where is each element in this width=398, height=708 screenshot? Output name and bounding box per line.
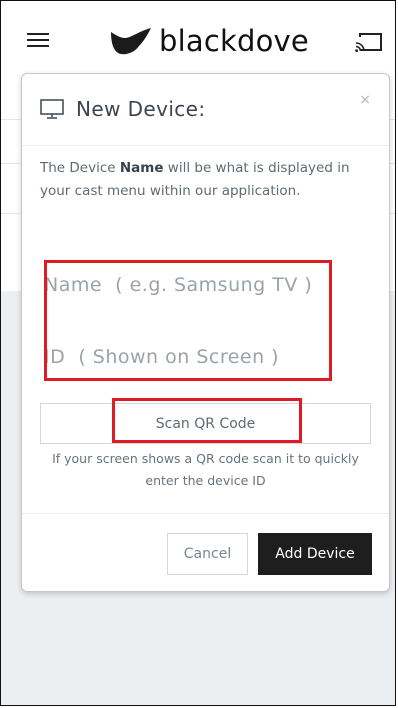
hamburger-menu-icon[interactable] bbox=[27, 33, 49, 49]
brand-name: blackdove bbox=[159, 24, 309, 58]
app-header: blackdove bbox=[1, 1, 395, 79]
dove-logo-icon bbox=[111, 28, 151, 55]
new-device-dialog: New Device: × The Device Name will be wh… bbox=[21, 73, 390, 592]
divider bbox=[22, 145, 389, 146]
cast-icon[interactable] bbox=[355, 31, 383, 53]
device-name-input[interactable] bbox=[44, 265, 324, 305]
description-text: The Device bbox=[40, 160, 120, 176]
add-device-button[interactable]: Add Device bbox=[258, 533, 372, 575]
close-icon[interactable]: × bbox=[359, 92, 371, 108]
scan-hint-text: If your screen shows a QR code scan it t… bbox=[52, 451, 359, 488]
device-id-input[interactable] bbox=[44, 337, 324, 377]
brand: blackdove bbox=[109, 21, 309, 61]
app-frame: blackdove New Device: × The Device Name … bbox=[0, 0, 396, 706]
dialog-title: New Device: bbox=[76, 97, 206, 121]
dialog-header: New Device: bbox=[40, 95, 206, 123]
cancel-button[interactable]: Cancel bbox=[167, 533, 248, 575]
monitor-icon bbox=[40, 99, 64, 119]
divider bbox=[22, 513, 389, 514]
scan-qr-code-button[interactable]: Scan QR Code bbox=[40, 403, 371, 444]
dialog-description: The Device Name will be what is displaye… bbox=[40, 157, 370, 203]
description-emphasis: Name bbox=[119, 160, 164, 176]
